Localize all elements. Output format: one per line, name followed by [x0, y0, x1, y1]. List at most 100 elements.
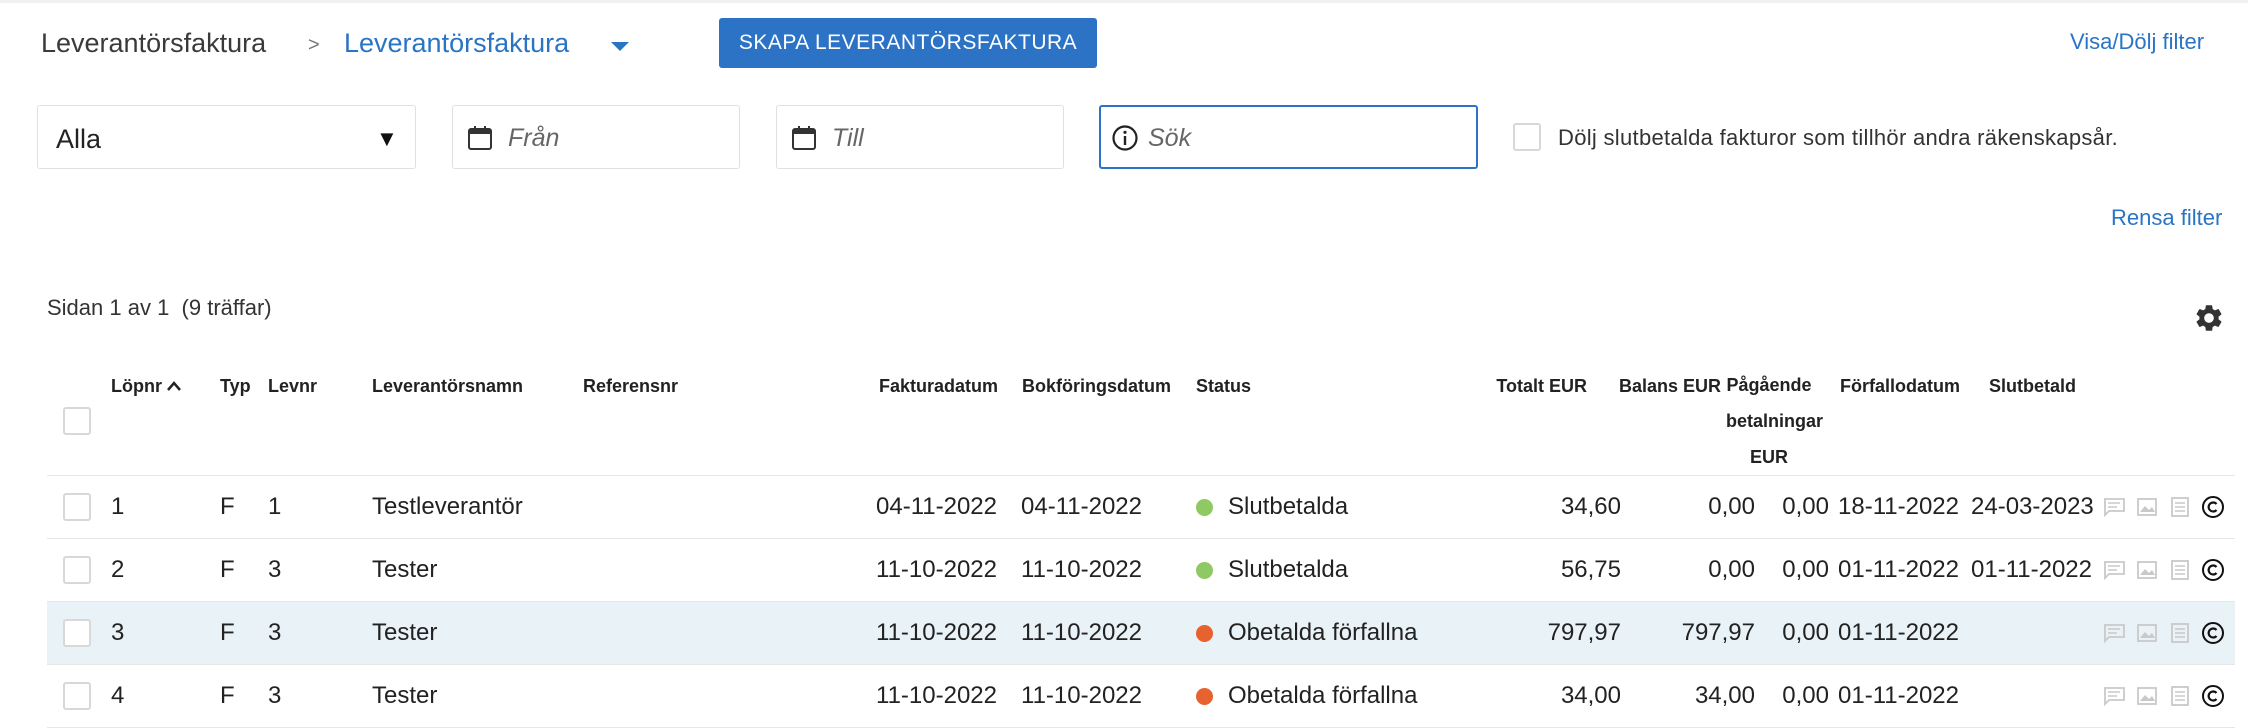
cell-lopnr: 2	[111, 556, 125, 583]
calendar-icon	[468, 126, 492, 150]
cell-totalt: 56,75	[1560, 556, 1621, 583]
search-placeholder: Sök	[1148, 124, 1192, 152]
comment-icon[interactable]	[2103, 560, 2125, 580]
header-totalt[interactable]: Totalt EUR	[1496, 376, 1587, 397]
cell-fakturadatum: 11-10-2022	[876, 682, 997, 709]
row-checkbox[interactable]	[63, 682, 91, 710]
header-levnr[interactable]: Levnr	[268, 376, 317, 397]
cell-balans: 34,00	[1694, 682, 1755, 709]
image-icon[interactable]	[2136, 497, 2158, 517]
cell-typ: F	[220, 619, 235, 646]
header-pagaende[interactable]: Pågående betalningar EUR	[1726, 376, 1823, 467]
info-icon	[1112, 125, 1138, 151]
type-select-value: Alla	[56, 124, 102, 154]
cell-name: Testleverantör	[372, 493, 523, 520]
header-forfallodatum[interactable]: Förfallodatum	[1840, 376, 1960, 397]
cell-status: Obetalda förfallna	[1228, 682, 1418, 709]
table-header: Löpnr Typ Levnr Leverantörsnamn Referens…	[0, 370, 2248, 474]
cell-fakturadatum: 11-10-2022	[876, 556, 997, 583]
toggle-filter-link[interactable]: Visa/Dölj filter	[2070, 29, 2204, 55]
table-row[interactable]: 1 F 1 Testleverantör 04-11-2022 04-11-20…	[47, 476, 2235, 538]
header-name[interactable]: Leverantörsnamn	[372, 376, 523, 397]
cell-name: Tester	[372, 556, 438, 583]
cell-totalt: 797,97	[1547, 619, 1621, 646]
table-row[interactable]: 2 F 3 Tester 11-10-2022 11-10-2022 Slutb…	[47, 539, 2235, 601]
to-date-field[interactable]: Till	[776, 105, 1064, 169]
create-invoice-button[interactable]: SKAPA LEVERANTÖRSFAKTURA	[719, 18, 1097, 68]
cell-pagaende: 0,00	[1782, 493, 1829, 520]
cell-pagaende: 0,00	[1782, 682, 1829, 709]
cell-slutbetald: 24-03-2023	[1971, 493, 2094, 520]
list-icon[interactable]	[2169, 497, 2191, 517]
cell-status: Slutbetalda	[1228, 556, 1349, 583]
row-checkbox[interactable]	[63, 556, 91, 584]
breadcrumb-root[interactable]: Leverantörsfaktura	[41, 28, 266, 59]
row-checkbox[interactable]	[63, 493, 91, 521]
header-fakturadatum[interactable]: Fakturadatum	[879, 376, 998, 397]
header-ref[interactable]: Referensnr	[583, 376, 678, 397]
cell-bokforingsdatum: 11-10-2022	[1021, 682, 1142, 709]
cell-status: Slutbetalda	[1228, 493, 1349, 520]
table-row[interactable]: 3 F 3 Tester 11-10-2022 11-10-2022 Obeta…	[47, 602, 2235, 664]
cell-lopnr: 3	[111, 619, 125, 646]
header-balans[interactable]: Balans EUR	[1619, 376, 1721, 397]
copyright-icon[interactable]	[2201, 558, 2225, 582]
cell-totalt: 34,00	[1560, 682, 1621, 709]
header-bokforingsdatum[interactable]: Bokföringsdatum	[1022, 376, 1171, 397]
from-date-field[interactable]: Från	[452, 105, 740, 169]
cell-name: Tester	[372, 682, 438, 709]
comment-icon[interactable]	[2103, 623, 2125, 643]
header-status[interactable]: Status	[1196, 376, 1251, 397]
header-typ[interactable]: Typ	[220, 376, 251, 397]
list-icon[interactable]	[2169, 623, 2191, 643]
comment-icon[interactable]	[2103, 686, 2125, 706]
header-lopnr[interactable]: Löpnr	[111, 376, 162, 397]
calendar-icon	[792, 126, 816, 150]
row-checkbox[interactable]	[63, 619, 91, 647]
cell-totalt: 34,60	[1560, 493, 1621, 520]
search-input[interactable]: Sök	[1099, 105, 1478, 169]
clear-filter-link[interactable]: Rensa filter	[2111, 205, 2222, 231]
table-row[interactable]: 4 F 3 Tester 11-10-2022 11-10-2022 Obeta…	[47, 665, 2235, 727]
cell-typ: F	[220, 493, 235, 520]
cell-forfallodatum: 01-11-2022	[1838, 619, 1959, 646]
cell-balans: 0,00	[1708, 556, 1755, 583]
cell-pagaende: 0,00	[1782, 556, 1829, 583]
pagination-info: Sidan 1 av 1 (9 träffar)	[47, 295, 272, 320]
image-icon[interactable]	[2136, 623, 2158, 643]
cell-typ: F	[220, 682, 235, 709]
copyright-icon[interactable]	[2201, 684, 2225, 708]
sort-up-icon[interactable]	[166, 380, 182, 392]
cell-forfallodatum: 01-11-2022	[1838, 556, 1959, 583]
gear-icon[interactable]	[2193, 302, 2225, 334]
cell-balans: 797,97	[1681, 619, 1755, 646]
top-border	[0, 0, 2248, 3]
cell-slutbetald: 01-11-2022	[1971, 556, 2092, 583]
chevron-down-icon[interactable]	[611, 42, 629, 51]
cell-lopnr: 4	[111, 682, 125, 709]
status-dot	[1196, 499, 1213, 516]
comment-icon[interactable]	[2103, 497, 2125, 517]
list-icon[interactable]	[2169, 686, 2191, 706]
hide-paid-label: Dölj slutbetalda fakturor som tillhör an…	[1558, 125, 2119, 150]
cell-status: Obetalda förfallna	[1228, 619, 1418, 646]
cell-levnr: 3	[268, 682, 282, 709]
triangle-down-icon: ▼	[376, 126, 398, 151]
cell-fakturadatum: 11-10-2022	[876, 619, 997, 646]
type-select[interactable]: Alla ▼	[37, 105, 416, 169]
select-all-checkbox[interactable]	[63, 407, 91, 435]
cell-name: Tester	[372, 619, 438, 646]
header-slutbetald[interactable]: Slutbetald	[1989, 376, 2076, 397]
list-icon[interactable]	[2169, 560, 2191, 580]
copyright-icon[interactable]	[2201, 621, 2225, 645]
cell-forfallodatum: 01-11-2022	[1838, 682, 1959, 709]
hide-paid-checkbox[interactable]	[1513, 123, 1541, 151]
copyright-icon[interactable]	[2201, 495, 2225, 519]
image-icon[interactable]	[2136, 560, 2158, 580]
status-dot	[1196, 688, 1213, 705]
image-icon[interactable]	[2136, 686, 2158, 706]
cell-levnr: 3	[268, 619, 282, 646]
from-date-placeholder: Från	[508, 124, 560, 152]
breadcrumb-current[interactable]: Leverantörsfaktura	[344, 28, 569, 59]
header-pagaende-line3: EUR	[1749, 447, 1788, 467]
